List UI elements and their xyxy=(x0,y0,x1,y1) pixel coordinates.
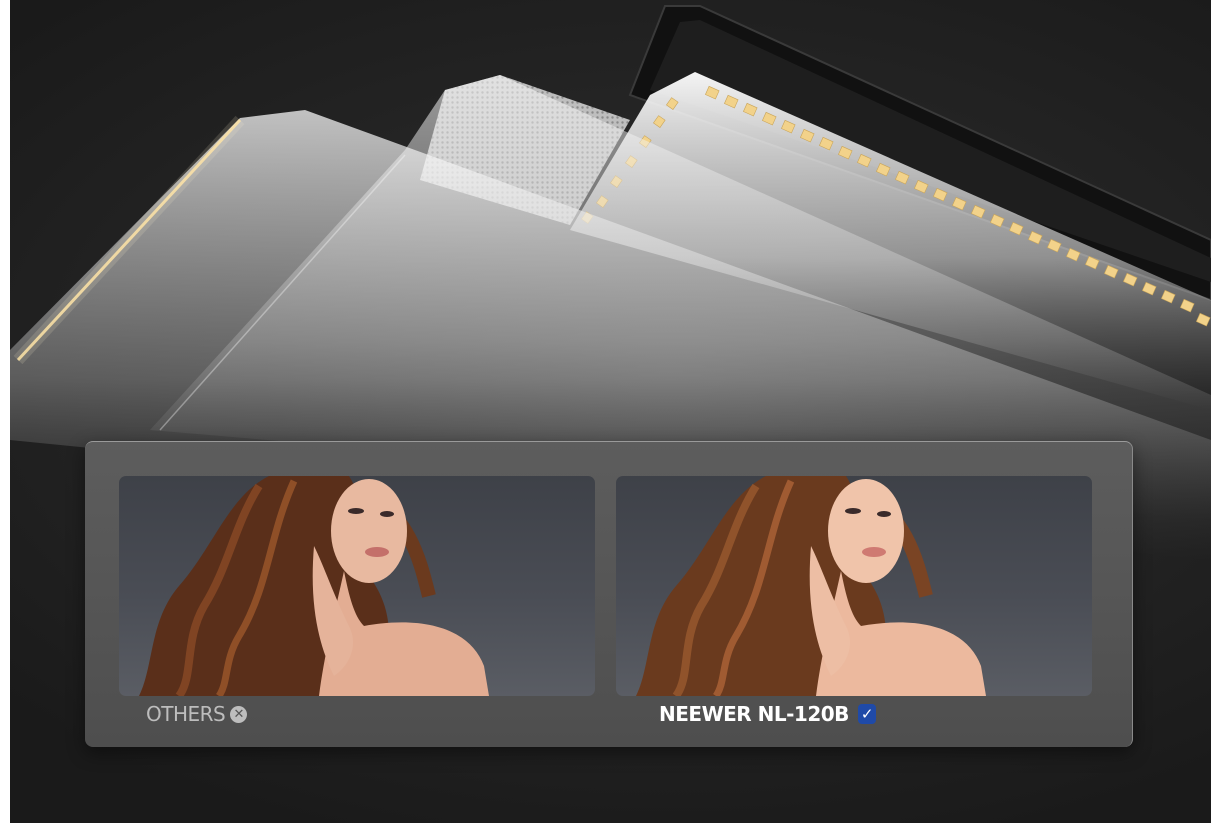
x-circle-icon: ✕ xyxy=(230,705,248,723)
neewer-label-text: NEEWER NL-120B xyxy=(659,702,849,726)
product-scene: OTHERS ✕ NEEWER NL-120B ✓ xyxy=(10,0,1211,823)
others-sample-photo xyxy=(119,476,595,696)
checkmark-icon: ✓ xyxy=(857,704,876,724)
comparison-panel: OTHERS ✕ NEEWER NL-120B ✓ xyxy=(85,441,1133,747)
neewer-label: NEEWER NL-120B ✓ xyxy=(659,702,876,726)
neewer-sample-photo xyxy=(616,476,1092,696)
others-label-text: OTHERS xyxy=(146,702,226,726)
others-label: OTHERS ✕ xyxy=(146,702,248,726)
